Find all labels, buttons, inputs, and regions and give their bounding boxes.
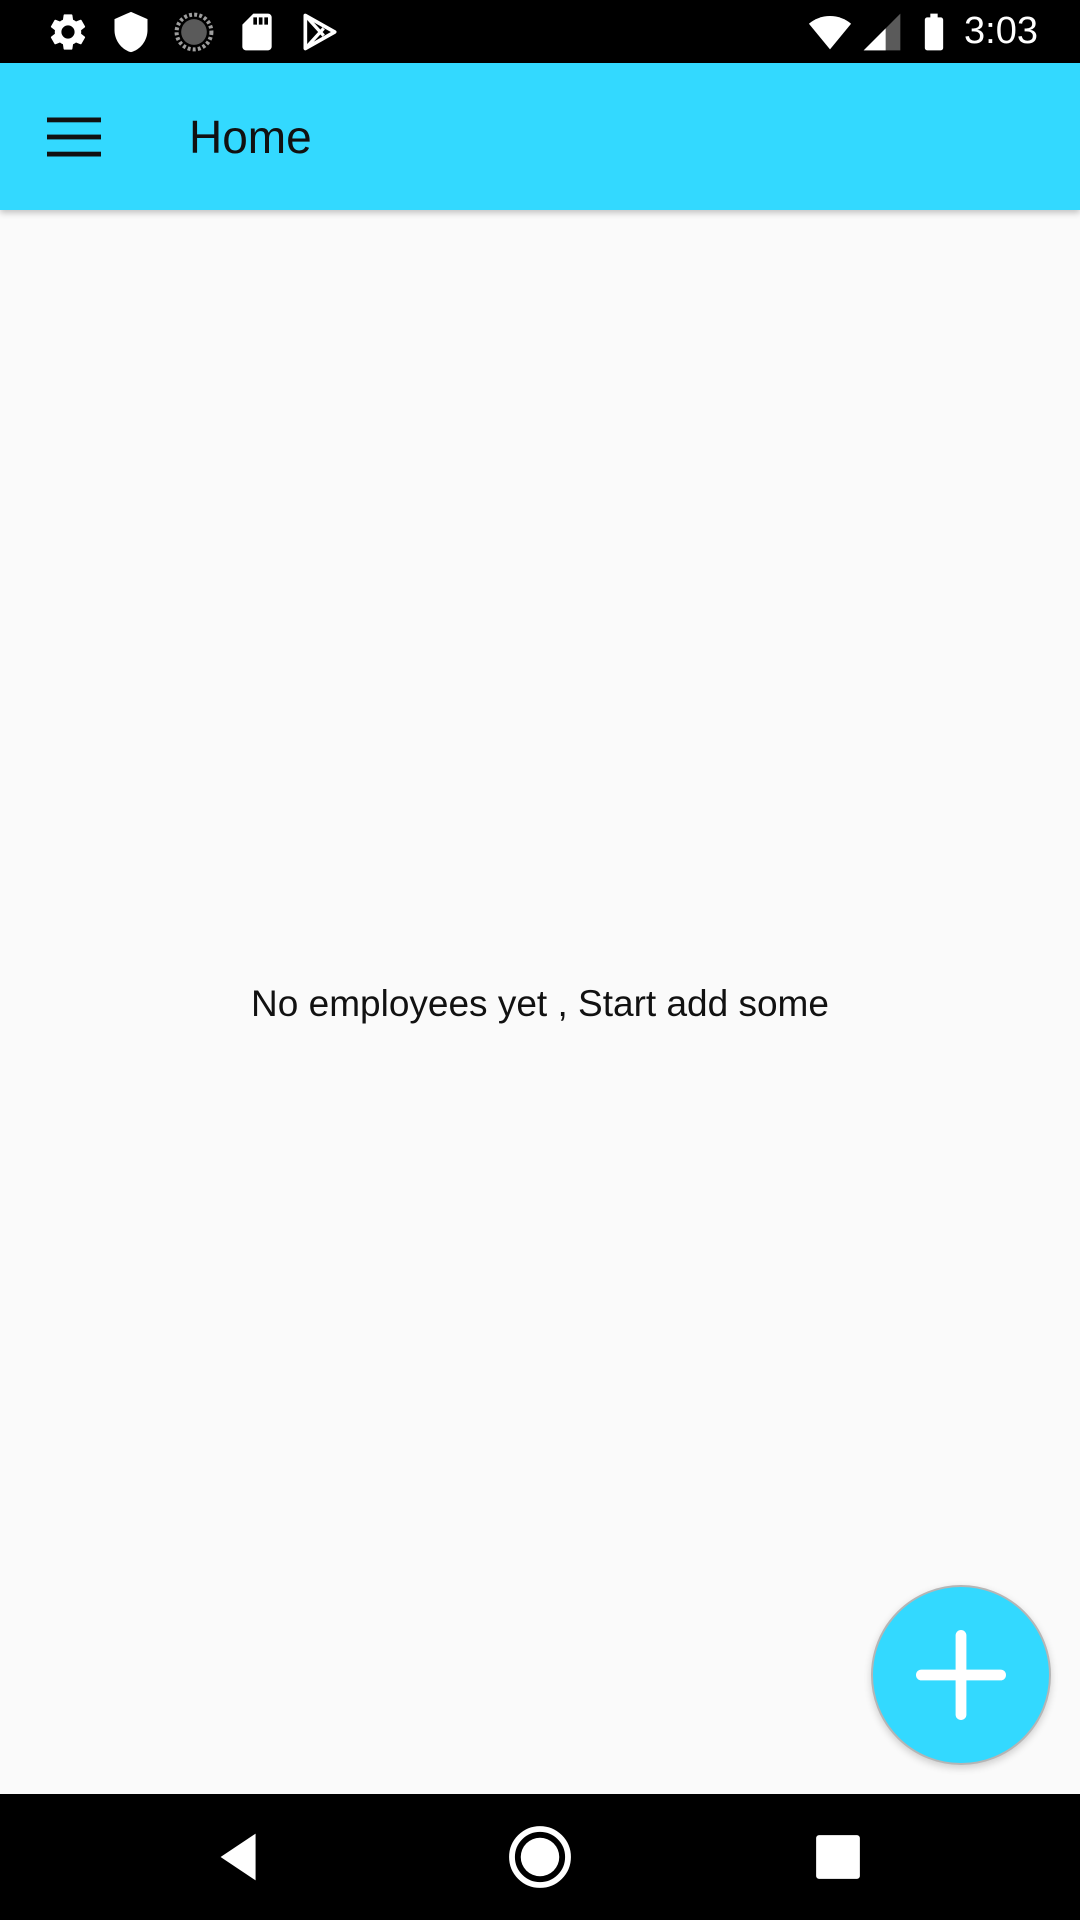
status-bar: 3:03 bbox=[0, 0, 1080, 63]
plus-icon bbox=[916, 1630, 1006, 1720]
hamburger-menu-button[interactable] bbox=[38, 101, 110, 173]
settings-icon bbox=[46, 10, 90, 54]
app-screen: 3:03 Home No employees yet , Start add s… bbox=[0, 0, 1080, 1920]
status-clock: 3:03 bbox=[964, 10, 1038, 52]
play-store-icon bbox=[298, 10, 342, 54]
shield-icon bbox=[109, 10, 153, 54]
back-button[interactable] bbox=[206, 1822, 276, 1892]
sd-card-icon bbox=[235, 10, 279, 54]
home-button[interactable] bbox=[505, 1822, 575, 1892]
app-bar: Home bbox=[0, 63, 1080, 210]
home-icon bbox=[509, 1826, 571, 1888]
recents-button[interactable] bbox=[803, 1822, 873, 1892]
battery-icon bbox=[912, 10, 956, 54]
navigation-bar bbox=[0, 1794, 1080, 1920]
sync-icon bbox=[172, 10, 216, 54]
wifi-icon bbox=[808, 10, 852, 54]
cellular-signal-icon bbox=[860, 10, 904, 54]
empty-state-message: No employees yet , Start add some bbox=[251, 983, 829, 1024]
recents-icon bbox=[816, 1835, 860, 1879]
page-title: Home bbox=[189, 111, 312, 163]
add-employee-button[interactable] bbox=[871, 1585, 1051, 1765]
back-icon bbox=[220, 1833, 256, 1881]
hamburger-menu-icon bbox=[47, 117, 101, 157]
